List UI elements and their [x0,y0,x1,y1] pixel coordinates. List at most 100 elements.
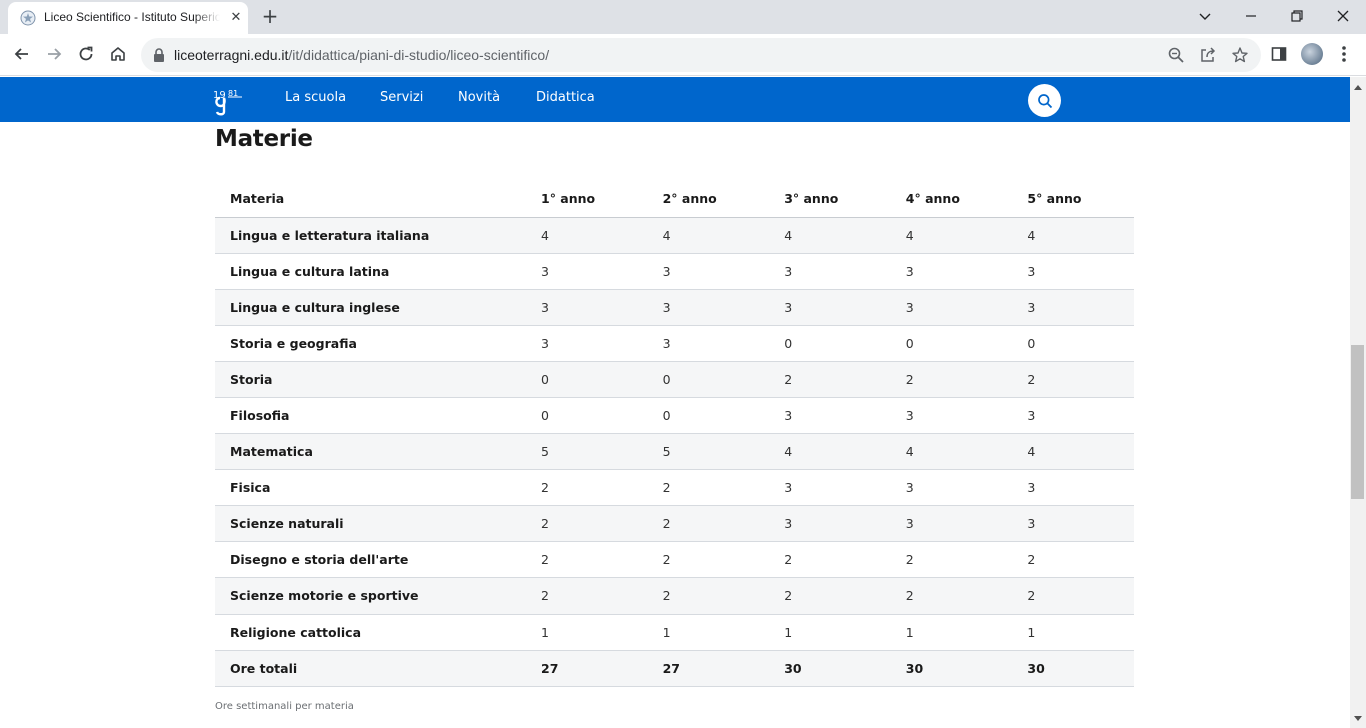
scroll-up-icon[interactable] [1350,79,1366,95]
hours-cell: 2 [647,577,770,615]
hours-cell: 3 [769,505,891,543]
hours-cell: 4 [1012,217,1134,254]
zoom-icon[interactable] [1167,46,1185,64]
table-row: Fisica 2 2 3 3 3 [215,469,1134,507]
hours-cell: 5 [647,433,770,471]
lock-icon[interactable] [153,48,165,62]
total-hours-cell: 27 [647,650,770,687]
column-header: 1° anno [526,181,648,218]
column-header: 3° anno [769,181,891,218]
hours-cell: 3 [1012,289,1134,326]
back-icon[interactable] [7,39,37,69]
table-row: Matematica 5 5 4 4 4 [215,433,1134,471]
hours-cell: 3 [890,469,1013,507]
chevron-down-icon[interactable] [1182,3,1228,29]
table-row: Scienze motorie e sportive 2 2 2 2 2 [215,577,1134,615]
hours-cell: 3 [647,325,770,362]
table-body: Lingua e letteratura italiana 4 4 4 4 4 Lingua… [215,217,1134,687]
share-icon[interactable] [1199,46,1217,64]
tab-title: Liceo Scientifico - Istituto Superiore [44,10,220,24]
hours-cell: 0 [769,325,891,362]
reload-icon[interactable] [71,39,101,69]
column-header: 5° anno [1012,181,1134,218]
subject-name: Scienze naturali [215,505,526,543]
hours-cell: 3 [769,469,891,507]
table-row: Scienze naturali 2 2 3 3 3 [215,505,1134,543]
hours-cell: 2 [526,577,648,615]
url-text[interactable]: liceoterragni.edu.it/it/didattica/piani-… [174,47,549,63]
hours-cell: 3 [769,289,891,326]
table-row: Storia 0 0 2 2 2 [215,361,1134,398]
search-icon [1037,93,1052,108]
hours-cell: 2 [890,577,1013,615]
profile-avatar[interactable] [1301,43,1323,65]
school-logo[interactable]: 19 81 [212,84,244,116]
hours-cell: 1 [890,614,1013,651]
main-content: Materie Materia 1° anno 2° anno 3° anno … [0,122,1350,728]
hours-cell: 3 [526,325,648,362]
new-tab-button[interactable]: + [256,5,284,29]
hours-cell: 3 [1012,469,1134,507]
restore-button[interactable] [1274,3,1320,29]
hours-cell: 0 [647,361,770,398]
subject-name: Lingua e cultura latina [215,253,526,290]
subject-name: Fisica [215,469,526,507]
hours-cell: 1 [647,614,770,651]
browser-tab[interactable]: Liceo Scientifico - Istituto Superiore ✕ [8,2,248,34]
hours-cell: 2 [890,541,1013,579]
column-header: 4° anno [890,181,1013,218]
hours-cell: 3 [1012,505,1134,543]
table-row: Disegno e storia dell'arte 2 2 2 2 2 [215,541,1134,579]
hours-cell: 0 [890,325,1013,362]
nav-novita[interactable]: Novità [458,90,500,105]
forward-icon[interactable] [39,39,69,69]
subject-name: Filosofia [215,397,526,435]
table-caption: Ore settimanali per materia [215,701,354,712]
table-row: Lingua e cultura inglese 3 3 3 3 3 [215,289,1134,326]
hours-cell: 3 [769,397,891,435]
hours-cell: 5 [526,433,648,471]
hours-cell: 4 [647,217,770,254]
url-path: /it/didattica/piani-di-studio/liceo-scie… [288,47,550,63]
nav-didattica[interactable]: Didattica [536,90,595,105]
menu-dots-icon[interactable] [1334,43,1354,65]
hours-cell: 2 [769,541,891,579]
table-header-row: Materia 1° anno 2° anno 3° anno 4° anno … [215,181,1134,218]
subjects-table: Materia 1° anno 2° anno 3° anno 4° anno … [215,181,1134,687]
hours-cell: 2 [526,541,648,579]
hours-cell: 2 [1012,361,1134,398]
hours-cell: 0 [1012,325,1134,362]
search-button[interactable] [1028,84,1061,117]
hours-cell: 3 [890,253,1013,290]
total-hours-cell: 30 [1012,650,1134,687]
scroll-down-icon[interactable] [1350,711,1366,727]
subject-name: Storia e geografia [215,325,526,362]
hours-cell: 3 [1012,397,1134,435]
bookmark-star-icon[interactable] [1231,46,1249,64]
subject-name: Matematica [215,433,526,471]
close-window-button[interactable] [1320,3,1366,29]
subject-name: Religione cattolica [215,614,526,651]
hours-cell: 2 [647,541,770,579]
hours-cell: 3 [647,253,770,290]
url-host: liceoterragni.edu.it [174,47,289,63]
hours-cell: 0 [526,397,648,435]
nav-la-scuola[interactable]: La scuola [285,90,346,105]
hours-cell: 2 [647,505,770,543]
hours-cell: 4 [890,433,1013,471]
hours-cell: 2 [769,577,891,615]
hours-cell: 3 [526,289,648,326]
home-icon[interactable] [103,39,133,69]
site-header: 19 81 La scuola Servizi Novità Didattica [0,77,1350,122]
section-title: Materie [215,126,313,152]
hours-cell: 4 [769,217,891,254]
hours-cell: 4 [1012,433,1134,471]
address-bar[interactable]: liceoterragni.edu.it/it/didattica/piani-… [141,38,1261,72]
side-panel-icon[interactable] [1264,39,1294,69]
scroll-thumb[interactable] [1351,345,1364,499]
tab-close-icon[interactable]: ✕ [228,10,244,26]
hours-cell: 2 [1012,577,1134,615]
nav-servizi[interactable]: Servizi [380,90,423,105]
minimize-button[interactable] [1228,3,1274,29]
browser-toolbar: liceoterragni.edu.it/it/didattica/piani-… [0,34,1366,76]
